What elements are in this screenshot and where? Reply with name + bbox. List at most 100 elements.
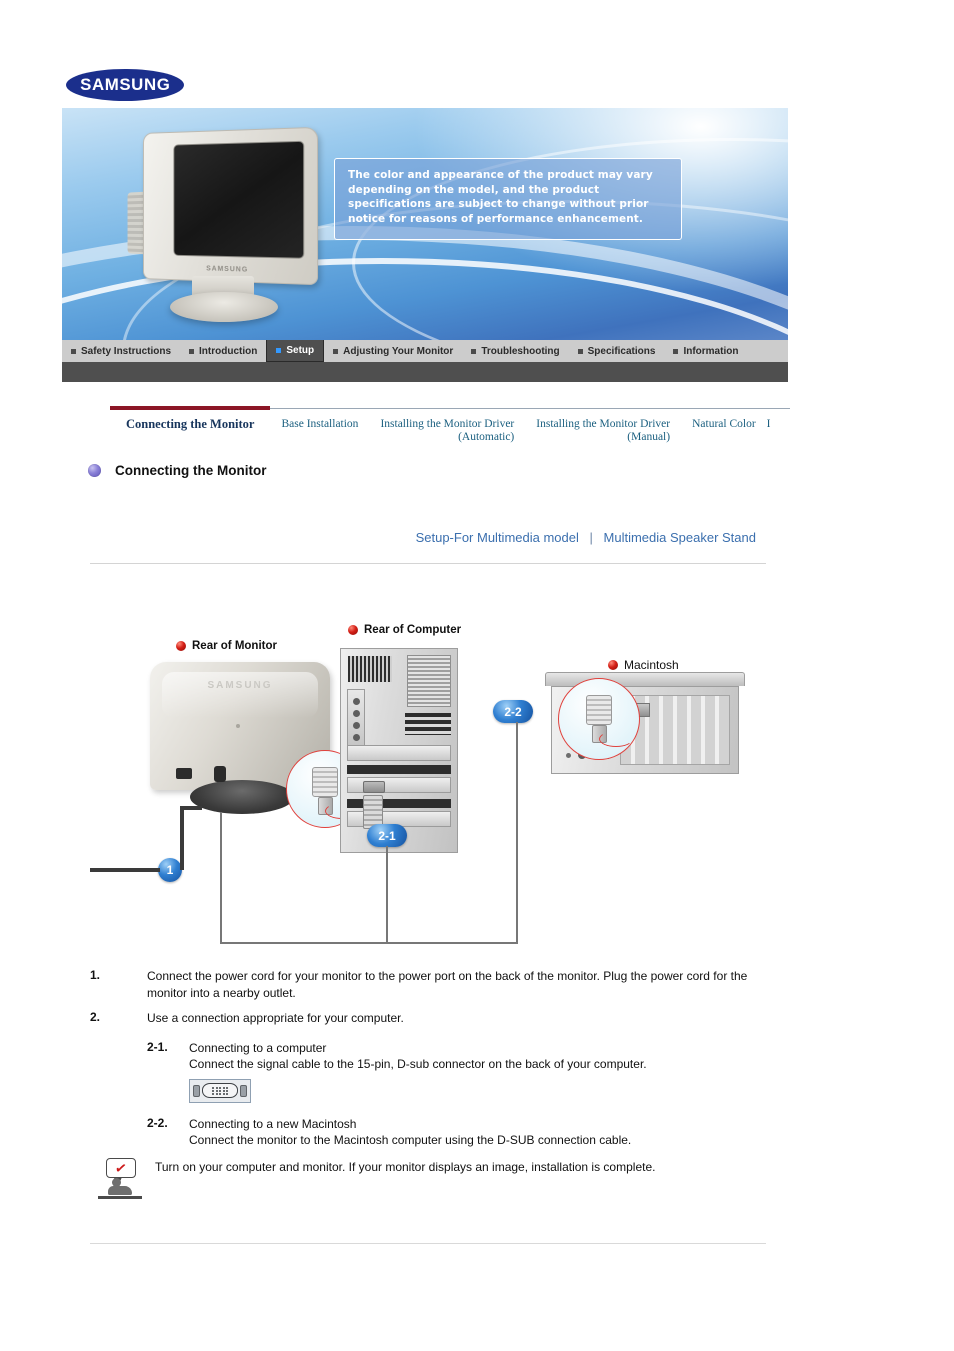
dsub-screw-right (240, 1085, 247, 1097)
callout-label: 2-2 (504, 705, 521, 719)
rotation-arrow-icon (599, 731, 633, 747)
product-notice-box: The color and appearance of the product … (334, 158, 682, 240)
main-navigation[interactable]: Safety Instructions Introduction Setup A… (62, 340, 788, 362)
red-bullet-icon (176, 641, 186, 651)
step-text: Connect the power cord for your monitor … (147, 968, 780, 1001)
dsub-screw-left (193, 1085, 200, 1097)
callout-label: 1 (167, 863, 174, 877)
nav-label: Information (683, 346, 738, 357)
diagram-label-text: Rear of Computer (364, 624, 461, 636)
substep-number: 2-1. (147, 1040, 189, 1103)
signal-cable-computer-vertical (386, 846, 388, 944)
subnav-item-natural-color[interactable]: Natural Color (681, 409, 767, 431)
power-cable-elbow (180, 806, 202, 810)
crt-base (170, 292, 278, 322)
tower-vent (407, 655, 451, 707)
divider-bottom (90, 1243, 766, 1244)
connector-body (312, 767, 338, 797)
subnav-item-installing-driver-manual[interactable]: Installing the Monitor Driver (Manual) (525, 409, 681, 444)
substep-2-1: 2-1. Connecting to a computer Connect th… (147, 1040, 780, 1103)
dsub-connector-icon (189, 1079, 251, 1103)
diagram-label-text: Macintosh (624, 658, 679, 672)
nav-item-setup[interactable]: Setup (266, 340, 324, 362)
callout-1: 1 (158, 858, 182, 882)
nav-item-troubleshooting[interactable]: Troubleshooting (462, 340, 568, 362)
subnav-item-overflow[interactable]: I (767, 409, 777, 430)
bullet-circle-icon (88, 464, 101, 477)
diagram-label-macintosh: Macintosh (608, 658, 679, 672)
step-2: 2. Use a connection appropriate for your… (90, 1010, 780, 1027)
substep-text: Connect the signal cable to the 15-pin, … (189, 1056, 647, 1073)
io-dot (353, 734, 360, 741)
signal-cable-bottom (220, 942, 518, 944)
macintosh-round-port (566, 753, 571, 758)
nav-item-introduction[interactable]: Introduction (180, 340, 266, 362)
monitor-rear-dot (236, 724, 240, 728)
link-setup-for-multimedia-model[interactable]: Setup-For Multimedia model (416, 530, 579, 545)
callout-2-1: 2-1 (367, 824, 407, 847)
nav-dark-bar (62, 362, 788, 382)
speech-bubble-icon: ✓ (106, 1158, 136, 1178)
subnav-label-line2: (Manual) (536, 431, 670, 444)
nav-label: Setup (286, 345, 314, 356)
subnav-label: Base Installation (281, 418, 358, 430)
link-multimedia-speaker-stand[interactable]: Multimedia Speaker Stand (604, 530, 756, 545)
person-body (108, 1186, 132, 1195)
instruction-steps: 1. Connect the power cord for your monit… (90, 968, 780, 1149)
divider-top (90, 563, 766, 564)
diagram-label-text: Rear of Monitor (192, 640, 277, 652)
tower-vga-port (363, 781, 385, 793)
io-dot (353, 698, 360, 705)
page-title-text: Connecting the Monitor (115, 463, 266, 478)
power-cable-horizontal (90, 868, 160, 872)
desk-line (98, 1196, 142, 1199)
tower-slot-box (405, 713, 451, 735)
signal-cable-macintosh-vertical (516, 722, 518, 944)
note-person-check-icon: ✓ (98, 1158, 142, 1202)
tower-io-panel (347, 689, 365, 749)
subnav-item-base-installation[interactable]: Base Installation (270, 409, 369, 431)
crt-body: SAMSUNG (143, 127, 318, 285)
step-number: 2. (90, 1010, 147, 1027)
nav-label: Adjusting Your Monitor (343, 346, 453, 357)
substep-text: Connect the monitor to the Macintosh com… (189, 1132, 631, 1149)
nav-item-adjusting-your-monitor[interactable]: Adjusting Your Monitor (324, 340, 462, 362)
dsub-pin-row (212, 1087, 228, 1089)
monitor-rear-stand (190, 780, 294, 814)
product-notice-text: The color and appearance of the product … (348, 168, 668, 226)
io-dot (353, 722, 360, 729)
bullet-square-icon (276, 348, 281, 353)
callout-2-2: 2-2 (493, 700, 533, 723)
link-separator: | (590, 530, 593, 545)
io-dot (353, 710, 360, 717)
substep-title: Connecting to a computer (189, 1040, 647, 1057)
step-number: 1. (90, 968, 147, 1001)
substep-title: Connecting to a new Macintosh (189, 1116, 631, 1133)
page-title: Connecting the Monitor (88, 463, 266, 478)
related-links[interactable]: Setup-For Multimedia model | Multimedia … (0, 530, 766, 545)
connection-diagram: Rear of Monitor Rear of Computer Macinto… (90, 600, 766, 955)
power-cable-vertical (180, 806, 184, 870)
crt-brand-label: SAMSUNG (144, 264, 317, 276)
step-1: 1. Connect the power cord for your monit… (90, 968, 780, 1001)
hero-banner: SAMSUNG The color and appearance of the … (62, 108, 788, 340)
nav-item-information[interactable]: Information (664, 340, 747, 362)
bullet-square-icon (471, 349, 476, 354)
subnav-label: Connecting the Monitor (126, 417, 254, 431)
nav-label: Troubleshooting (481, 346, 559, 357)
subnav-item-installing-driver-automatic[interactable]: Installing the Monitor Driver (Automatic… (369, 409, 525, 444)
nav-item-safety-instructions[interactable]: Safety Instructions (62, 340, 180, 362)
crt-screen (173, 141, 304, 259)
nav-item-specifications[interactable]: Specifications (569, 340, 665, 362)
subnav-label: Installing the Monitor Driver (380, 418, 514, 430)
subnav-label-line2: (Automatic) (380, 431, 514, 444)
subnav-item-connecting-the-monitor[interactable]: Connecting the Monitor (110, 409, 270, 431)
tower-expansion-card (347, 745, 451, 761)
sub-navigation[interactable]: Connecting the Monitor Base Installation… (110, 408, 790, 452)
macintosh-top (545, 672, 745, 686)
note-block: ✓ Turn on your computer and monitor. If … (98, 1158, 758, 1202)
checkmark-icon: ✓ (114, 1160, 128, 1176)
substep-number: 2-2. (147, 1116, 189, 1149)
magnifier-macintosh-connector (558, 678, 640, 760)
bullet-square-icon (673, 349, 678, 354)
